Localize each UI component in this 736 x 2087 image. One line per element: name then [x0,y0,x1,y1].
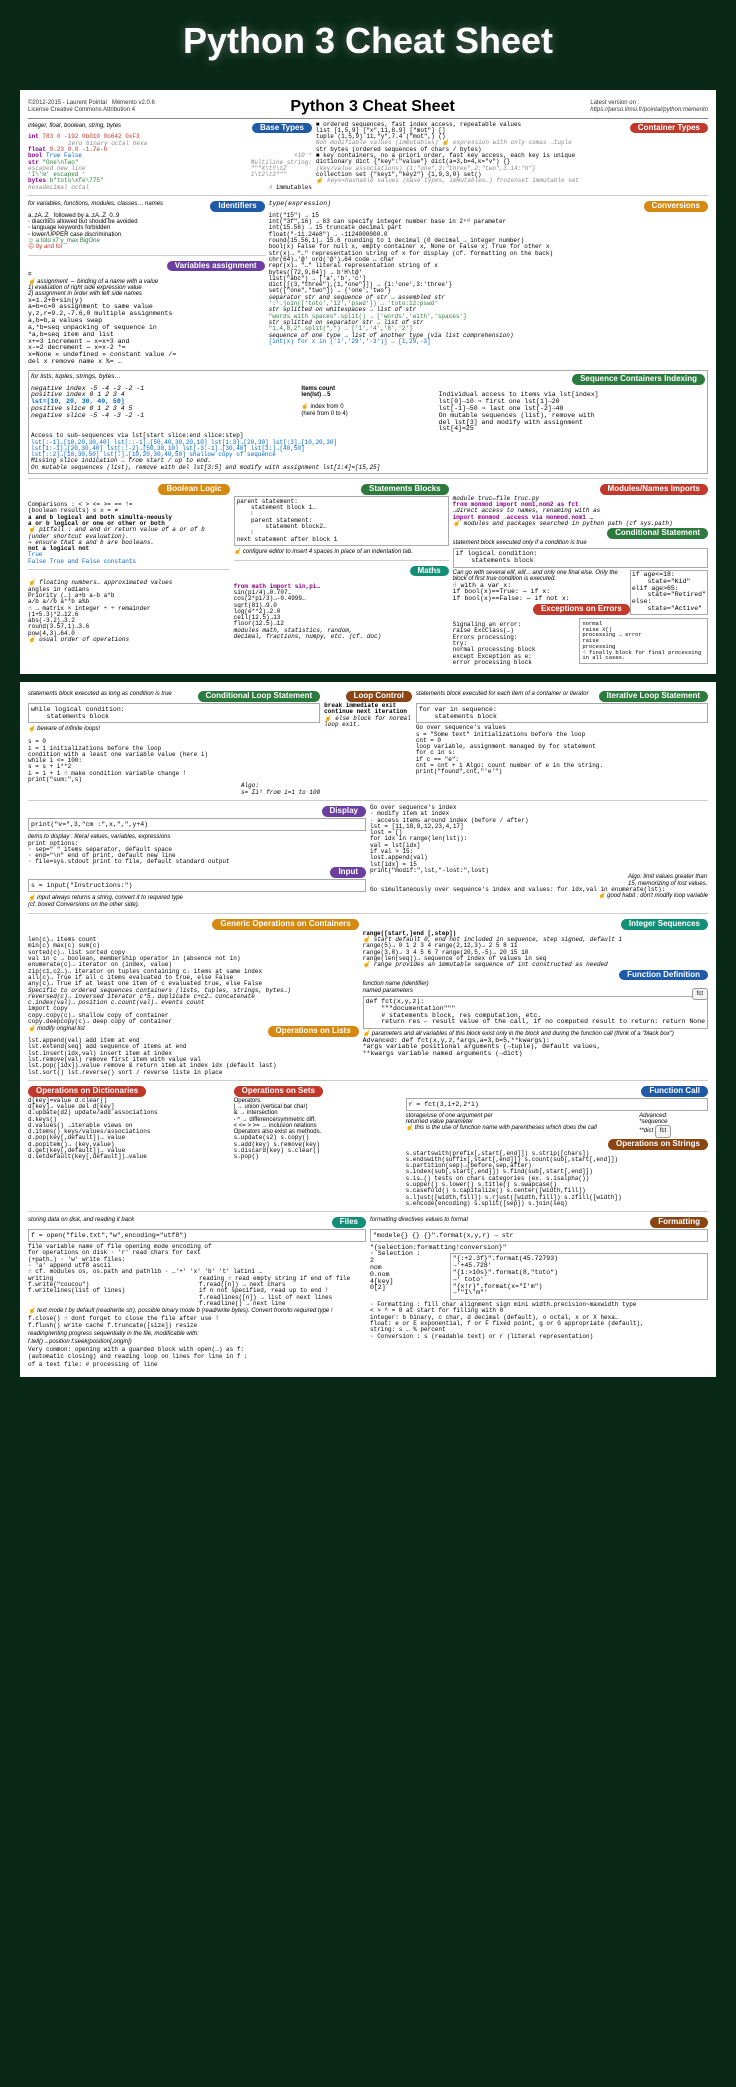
section-func-call: Function Call [641,1086,708,1097]
section-display: Display [322,806,366,817]
section-input: Input [330,867,366,878]
section-identifiers: Identifiers [210,201,264,212]
section-boolean: Boolean Logic [158,484,229,495]
section-modules: Modules/Names Imports [600,484,708,495]
section-maths: Maths [410,566,449,577]
section-files: Files [332,1217,366,1228]
section-formatting: Formatting [650,1217,708,1228]
section-variables: Variables assignment [167,261,265,272]
section-int-seq: Integer Sequences [621,919,708,930]
section-statements: Statements Blocks [361,484,449,495]
fct-box-icon: fct [692,988,708,1000]
section-set-ops: Operations on Sets [234,1086,323,1097]
section-list-ops: Operations on Lists [268,1026,359,1037]
section-exceptions: Exceptions on Errors [533,604,630,615]
section-iter-loop: Iterative Loop Statement [599,691,708,702]
section-conversions: Conversions [644,201,708,212]
basetypes-desc: integer, float, boolean, string, bytes [28,123,121,129]
page-1: ©2012-2015 - Laurent Pointal Mémento v2.… [20,90,716,674]
page-2: Conditional Loop Statement statements bl… [20,682,716,1376]
fct-call-icon: fct [655,1125,671,1137]
section-func-def: Function Definition [619,970,708,981]
section-cond-loop: Conditional Loop Statement [198,691,321,702]
section-str-ops: Operations on Strings [608,1139,708,1150]
page-title: Python 3 Cheat Sheet [0,0,736,82]
doc-title: Python 3 Cheat Sheet [290,98,454,116]
section-container-types: Container Types [630,123,708,134]
section-conditional: Conditional Statement [607,528,708,539]
section-sequence-indexing: Sequence Containers Indexing [572,374,705,385]
section-base-types: Base Types [252,123,312,134]
section-generic-ops: Generic Operations on Containers [212,919,358,930]
doc-header: ©2012-2015 - Laurent Pointal Mémento v2.… [28,98,708,119]
section-dict-ops: Operations on Dictionaries [28,1086,146,1097]
section-loop-control: Loop Control [346,691,412,702]
